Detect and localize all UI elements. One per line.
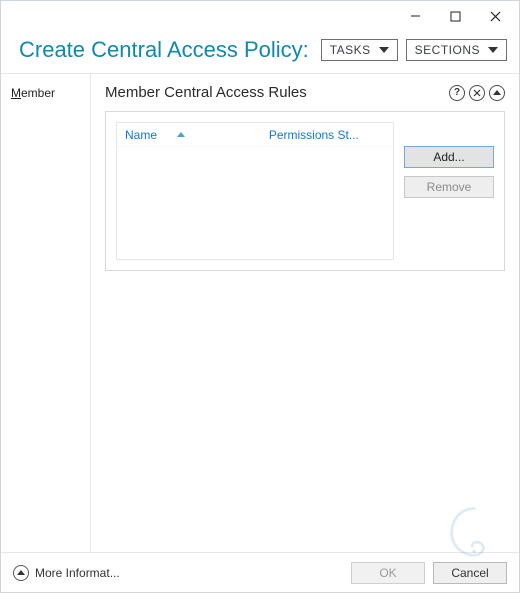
sidebar-item-member[interactable]: Member bbox=[11, 86, 80, 100]
more-information-expander[interactable]: More Informat... bbox=[13, 565, 120, 581]
remove-button-label: Remove bbox=[427, 180, 472, 194]
sidebar: Member bbox=[1, 74, 91, 552]
body: Member Member Central Access Rules ? Na bbox=[1, 73, 519, 552]
close-button[interactable] bbox=[475, 3, 515, 29]
main-panel: Member Central Access Rules ? Name bbox=[91, 74, 519, 552]
add-button-label: Add... bbox=[433, 150, 464, 164]
window-frame: Create Central Access Policy: TASKS SECT… bbox=[0, 0, 520, 593]
column-header-permissions[interactable]: Permissions St... bbox=[261, 124, 393, 146]
chevron-down-icon bbox=[488, 47, 498, 53]
page-title: Create Central Access Policy: bbox=[19, 37, 309, 63]
tasks-dropdown-label: TASKS bbox=[330, 43, 371, 57]
section-header: Member Central Access Rules ? bbox=[105, 84, 505, 101]
minimize-button[interactable] bbox=[395, 3, 435, 29]
cancel-button[interactable]: Cancel bbox=[433, 562, 507, 584]
sort-asc-icon bbox=[177, 132, 185, 137]
remove-button[interactable]: Remove bbox=[404, 176, 494, 198]
rules-button-column: Add... Remove bbox=[404, 122, 494, 260]
tasks-dropdown[interactable]: TASKS bbox=[321, 39, 398, 61]
list-body bbox=[117, 147, 393, 259]
titlebar bbox=[1, 1, 519, 31]
help-icon[interactable]: ? bbox=[449, 85, 465, 101]
maximize-button[interactable] bbox=[435, 3, 475, 29]
cancel-button-label: Cancel bbox=[451, 566, 488, 580]
chevron-down-icon bbox=[379, 47, 389, 53]
chevron-up-icon bbox=[13, 565, 29, 581]
more-information-label: More Informat... bbox=[35, 566, 120, 580]
header: Create Central Access Policy: TASKS SECT… bbox=[1, 31, 519, 73]
close-section-icon[interactable] bbox=[469, 85, 485, 101]
chevron-up-icon bbox=[493, 90, 501, 95]
column-header-permissions-label: Permissions St... bbox=[269, 128, 359, 142]
column-header-name-label: Name bbox=[125, 128, 157, 142]
sidebar-item-label: ember bbox=[21, 86, 55, 100]
section-title: Member Central Access Rules bbox=[105, 84, 445, 101]
collapse-section-icon[interactable] bbox=[489, 85, 505, 101]
rules-frame: Name Permissions St... Add... Remov bbox=[105, 111, 505, 271]
rules-list[interactable]: Name Permissions St... bbox=[116, 122, 394, 260]
sections-dropdown[interactable]: SECTIONS bbox=[406, 39, 507, 61]
add-button[interactable]: Add... bbox=[404, 146, 494, 168]
column-header-name[interactable]: Name bbox=[117, 124, 261, 146]
ok-button-label: OK bbox=[379, 566, 396, 580]
list-header: Name Permissions St... bbox=[117, 123, 393, 147]
footer: More Informat... OK Cancel bbox=[1, 552, 519, 592]
ok-button[interactable]: OK bbox=[351, 562, 425, 584]
sections-dropdown-label: SECTIONS bbox=[415, 43, 480, 57]
